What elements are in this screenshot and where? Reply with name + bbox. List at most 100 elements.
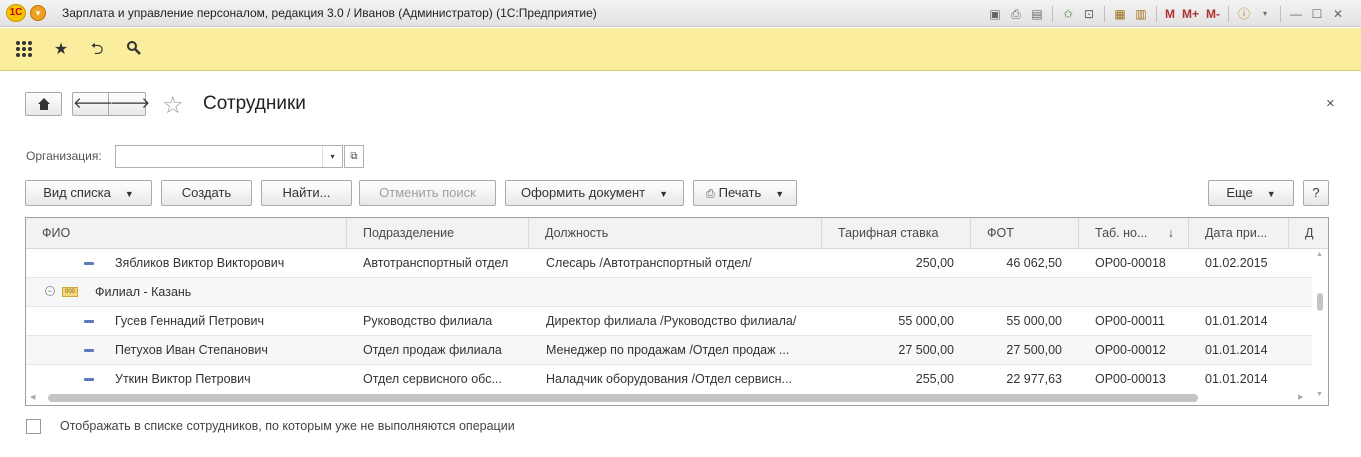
- favorites-star-icon[interactable]: ★: [51, 40, 71, 60]
- app-logo-icon[interactable]: 1С: [6, 4, 26, 22]
- organization-input[interactable]: [115, 145, 343, 168]
- minimize-icon[interactable]: —: [1287, 5, 1305, 23]
- column-header-fio[interactable]: ФИО: [26, 218, 347, 249]
- close-window-icon[interactable]: ✕: [1329, 5, 1347, 23]
- favorites-add-icon[interactable]: ✩: [1059, 5, 1077, 23]
- column-header-hire-date[interactable]: Дата при...: [1189, 218, 1289, 249]
- cancel-search-button[interactable]: Отменить поиск: [359, 180, 496, 206]
- cell-department: Отдел продаж филиала: [363, 343, 502, 357]
- cell-group-name: Филиал - Казань: [95, 285, 192, 299]
- cell-fot: 55 000,00: [1006, 314, 1062, 328]
- employee-icon: [84, 378, 94, 381]
- history-icon[interactable]: ⮌: [87, 40, 107, 60]
- cell-hire-date: 01.01.2014: [1205, 343, 1268, 357]
- chevron-down-icon: ▼: [124, 189, 134, 199]
- employee-icon: [84, 349, 94, 352]
- employees-table[interactable]: ФИО Подразделение Должность Тарифная ста…: [25, 217, 1329, 406]
- window-titlebar: 1С ▾ Зарплата и управление персоналом, р…: [0, 0, 1361, 27]
- search-icon[interactable]: [124, 40, 144, 60]
- cell-hire-date: 01.02.2015: [1205, 256, 1268, 270]
- employee-icon: [84, 320, 94, 323]
- cell-fot: 46 062,50: [1006, 256, 1062, 270]
- print-button[interactable]: ⎙ Печать ▼: [693, 180, 797, 206]
- cell-tab-number: ОР00-00011: [1095, 314, 1165, 328]
- create-button[interactable]: Создать: [161, 180, 252, 206]
- horizontal-scrollbar[interactable]: ◀ ▶: [26, 390, 1312, 405]
- table-row[interactable]: Петухов Иван Степанович Отдел продаж фил…: [26, 336, 1312, 365]
- cell-tab-number: ОР00-00018: [1095, 256, 1166, 270]
- show-inactive-label[interactable]: Отображать в списке сотрудников, по кото…: [60, 419, 515, 433]
- scroll-left-icon[interactable]: ◀: [30, 393, 35, 401]
- page-title: Сотрудники: [203, 93, 306, 114]
- cell-fio: Зябликов Виктор Викторович: [115, 256, 285, 270]
- organization-dropdown-icon[interactable]: ▾: [322, 146, 342, 167]
- cell-rate: 250,00: [915, 256, 954, 270]
- chevron-down-icon: ▼: [775, 189, 785, 199]
- column-header-fot[interactable]: ФОТ: [971, 218, 1079, 249]
- view-list-label: Вид списка: [43, 185, 111, 200]
- sections-panel: ★ ⮌: [0, 28, 1361, 71]
- info-menu-chevron-down-icon[interactable]: ▾: [1256, 5, 1274, 23]
- collapse-group-icon[interactable]: −: [45, 286, 55, 296]
- column-header-rate[interactable]: Тарифная ставка: [822, 218, 971, 249]
- cell-department: Руководство филиала: [363, 314, 493, 328]
- preview-icon[interactable]: ▤: [1028, 5, 1046, 23]
- cell-department: Автотранспортный отдел: [363, 256, 509, 270]
- column-header-position[interactable]: Должность: [529, 218, 822, 249]
- home-button[interactable]: [25, 92, 62, 116]
- print-icon[interactable]: ⎙: [1007, 5, 1025, 23]
- memory-mplus-button[interactable]: M+: [1180, 5, 1201, 23]
- cell-rate: 55 000,00: [898, 314, 954, 328]
- find-button[interactable]: Найти...: [261, 180, 352, 206]
- chevron-down-icon: ▼: [1266, 189, 1276, 199]
- column-header-tab-number[interactable]: Таб. но... ↓: [1079, 218, 1189, 249]
- printer-icon: ⎙: [705, 188, 715, 200]
- cell-position: Слесарь /Автотранспортный отдел/: [546, 256, 752, 270]
- cell-fio: Гусев Геннадий Петрович: [115, 314, 265, 328]
- help-button[interactable]: ?: [1303, 180, 1329, 206]
- scroll-right-icon[interactable]: ▶: [1298, 393, 1303, 401]
- table-group-row[interactable]: − 000 Филиал - Казань: [26, 278, 1312, 307]
- more-button[interactable]: Еще ▼: [1208, 180, 1294, 206]
- table-row[interactable]: Гусев Геннадий Петрович Руководство фили…: [26, 307, 1312, 336]
- show-inactive-checkbox[interactable]: [26, 419, 41, 434]
- save-icon[interactable]: ▣: [986, 5, 1004, 23]
- cell-rate: 27 500,00: [898, 343, 954, 357]
- organization-open-icon[interactable]: ⧉: [344, 145, 364, 168]
- scroll-down-icon[interactable]: ▼: [1316, 391, 1323, 398]
- tab-number-header-label: Таб. но...: [1095, 226, 1148, 240]
- main-menu-icon[interactable]: ▾: [30, 5, 46, 21]
- vertical-scroll-thumb[interactable]: [1317, 293, 1323, 311]
- vertical-scrollbar[interactable]: ▲ ▼: [1312, 249, 1328, 405]
- window-title: Зарплата и управление персоналом, редакц…: [62, 6, 597, 20]
- forward-arrow-icon[interactable]: 🡒: [110, 93, 150, 115]
- info-icon[interactable]: ⓘ: [1235, 5, 1253, 23]
- back-arrow-icon[interactable]: 🡐: [73, 93, 113, 115]
- back-forward-group: 🡐 🡒: [72, 92, 150, 116]
- column-header-department[interactable]: Подразделение: [347, 218, 529, 249]
- cell-position: Директор филиала /Руководство филиала/: [546, 314, 797, 328]
- cell-position: Менеджер по продажам /Отдел продаж ...: [546, 343, 790, 357]
- close-form-icon[interactable]: ×: [1326, 95, 1335, 112]
- view-list-button[interactable]: Вид списка ▼: [25, 180, 152, 206]
- history-icon[interactable]: ⊡: [1080, 5, 1098, 23]
- employee-icon: [84, 262, 94, 265]
- column-header-extra[interactable]: Д: [1289, 218, 1328, 249]
- add-to-favorites-star-icon[interactable]: ☆: [162, 91, 184, 120]
- cell-tab-number: ОР00-00012: [1095, 343, 1166, 357]
- cell-fot: 27 500,00: [1006, 343, 1062, 357]
- table-header: ФИО Подразделение Должность Тарифная ста…: [26, 218, 1328, 249]
- table-row[interactable]: Зябликов Виктор Викторович Автотранспорт…: [26, 249, 1312, 278]
- make-document-button[interactable]: Оформить документ ▼: [505, 180, 684, 206]
- calculator-icon[interactable]: ▦: [1111, 5, 1129, 23]
- folder-icon: 000: [62, 287, 78, 297]
- memory-m-button[interactable]: M: [1163, 5, 1177, 23]
- calendar-icon[interactable]: ▥: [1132, 5, 1150, 23]
- cell-fio: Петухов Иван Степанович: [115, 343, 268, 357]
- more-label: Еще: [1226, 185, 1253, 200]
- memory-mminus-button[interactable]: M-: [1204, 5, 1222, 23]
- maximize-icon[interactable]: ☐: [1308, 5, 1326, 23]
- horizontal-scroll-thumb[interactable]: [48, 394, 1198, 402]
- scroll-up-icon[interactable]: ▲: [1316, 251, 1323, 258]
- all-sections-grid-icon[interactable]: [14, 40, 34, 60]
